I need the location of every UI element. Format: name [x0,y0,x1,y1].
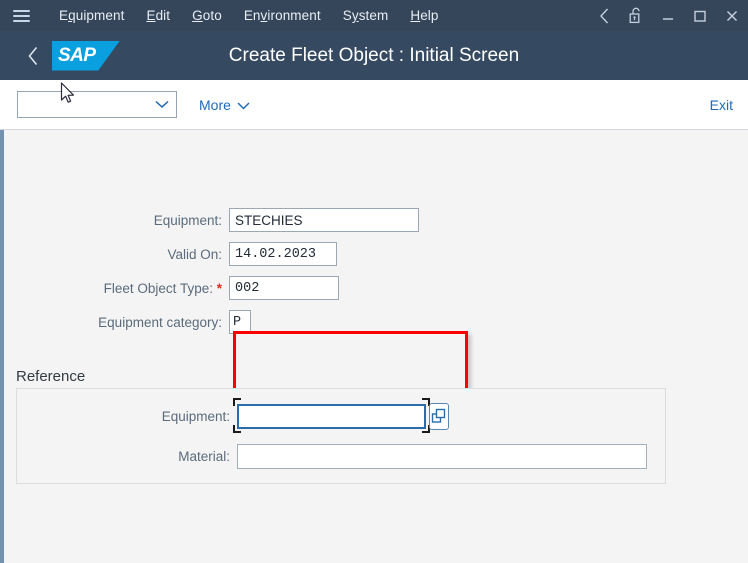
sap-logo[interactable]: SAP [52,40,120,71]
field-row-equipment-category: Equipment category: [4,310,474,334]
menu-item-equipment[interactable]: Equipment [48,4,135,27]
minimize-icon[interactable] [652,0,684,31]
action-toolbar: More Exit [0,80,748,130]
sap-application-window: Equipment Edit Goto Environment System H… [0,0,748,563]
window-controls [588,0,748,31]
unlocked-padlock-icon[interactable] [620,0,652,31]
reference-panel: Equipment: Material: [16,388,666,484]
maximize-icon[interactable] [684,0,716,31]
valid-on-input[interactable] [229,242,337,266]
field-row-equipment: Equipment: [4,208,474,232]
required-asterisk: * [216,280,222,296]
exit-button[interactable]: Exit [710,97,733,113]
reference-material-label: Material: [178,448,230,464]
shell-title-bar: SAP Create Fleet Object : Initial Screen [0,31,748,80]
more-button[interactable]: More [199,97,250,113]
hamburger-menu-icon[interactable] [6,0,36,31]
equipment-category-label: Equipment category: [98,314,222,330]
reference-material-input[interactable] [237,443,647,469]
equipment-label: Equipment: [153,212,222,228]
hamburger-bar [12,19,30,22]
reference-equipment-label: Equipment: [161,408,230,424]
menu-item-help[interactable]: Help [399,4,449,27]
valid-on-label: Valid On: [167,246,222,262]
menu-item-environment[interactable]: Environment [233,4,332,27]
reference-row-material: Material: [17,443,665,469]
menu-item-edit[interactable]: Edit [135,4,181,27]
menu-item-system[interactable]: System [332,4,400,27]
menu-bar: Equipment Edit Goto Environment System H… [0,0,748,31]
sap-logo-text: SAP [58,44,96,66]
content-area: Equipment: Valid On: Fleet Object Type: … [0,130,748,563]
fleet-object-type-input[interactable] [229,276,339,300]
chevron-down-icon [237,97,250,113]
reference-equipment-input[interactable] [237,403,426,429]
hamburger-bar [12,14,30,17]
equipment-category-input[interactable] [229,310,251,334]
equipment-input[interactable] [229,208,419,232]
close-icon[interactable] [716,0,748,31]
hamburger-bar [12,9,30,12]
back-chevron-icon[interactable] [588,0,620,31]
more-button-label: More [199,96,231,113]
chevron-down-icon [155,96,169,114]
field-row-valid-on: Valid On: [4,242,474,266]
menu-item-goto[interactable]: Goto [181,4,233,27]
initial-screen-form: Equipment: Valid On: Fleet Object Type: … [4,208,474,344]
fleet-object-type-label: Fleet Object Type: * [103,280,222,296]
back-navigation-icon[interactable] [16,31,50,80]
reference-section-title: Reference [16,368,86,385]
transaction-select-dropdown[interactable] [17,91,177,118]
reference-row-equipment: Equipment: [17,397,665,433]
value-help-icon[interactable] [429,402,449,430]
reference-equipment-field-wrap [233,397,449,433]
field-row-fleet-object-type: Fleet Object Type: * [4,276,474,300]
menu-item-list: Equipment Edit Goto Environment System H… [48,4,450,27]
